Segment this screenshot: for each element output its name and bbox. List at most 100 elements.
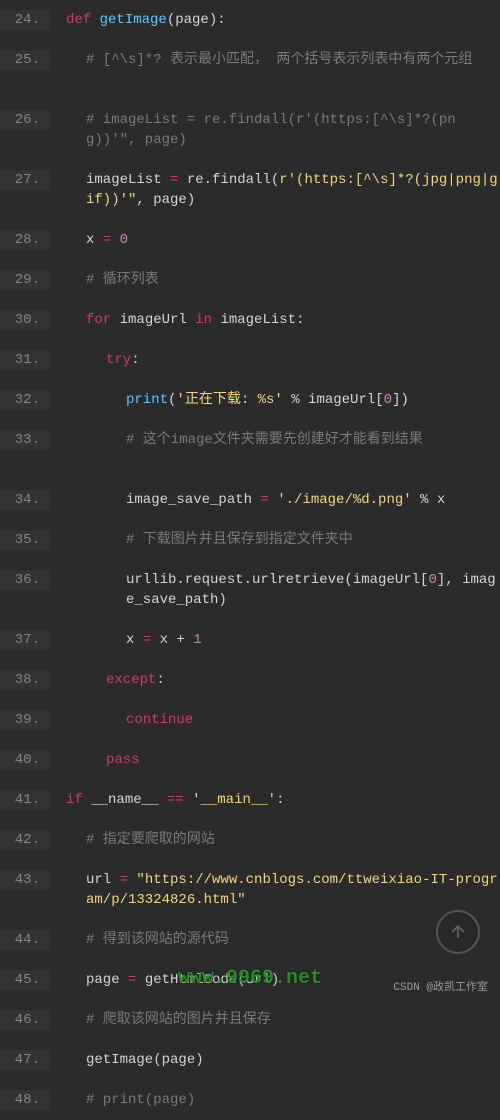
code-line: 44.# 得到该网站的源代码	[0, 920, 500, 960]
code-content[interactable]: imageList = re.findall(r'(https:[^\s]*?(…	[50, 170, 500, 210]
code-line: 40. pass	[0, 740, 500, 780]
code-content[interactable]: # 这个image文件夹需要先创建好才能看到结果	[50, 430, 500, 450]
token-var: x	[86, 232, 103, 248]
token-var: imageUrl	[120, 312, 196, 328]
line-number: 46.	[0, 1010, 50, 1030]
line-number: 28.	[0, 230, 50, 250]
code-content[interactable]: # 指定要爬取的网站	[50, 830, 500, 850]
line-number: 24.	[0, 10, 50, 30]
arrow-up-icon	[448, 922, 468, 942]
code-line: 42. # 指定要爬取的网站	[0, 820, 500, 860]
token-var: imageList:	[220, 312, 304, 328]
code-line: 32.print('正在下载: %s' % imageUrl[0])	[0, 380, 500, 420]
token-kw: pass	[106, 752, 140, 768]
token-com: # 爬取该网站的图片并且保存	[86, 1012, 271, 1028]
code-line: 47.getImage(page)	[0, 1040, 500, 1080]
watermark-center: www.9969.net	[178, 967, 322, 990]
token-kw: except	[106, 672, 156, 688]
line-number: 48.	[0, 1090, 50, 1110]
token-var: % imageUrl[	[283, 392, 384, 408]
code-content[interactable]: if __name__ == '__main__':	[50, 790, 500, 810]
token-kw: def	[66, 12, 100, 28]
watermark-right: CSDN @政凯工作室	[393, 978, 488, 994]
token-var: imageList	[86, 172, 170, 188]
code-content[interactable]: continue	[50, 710, 500, 730]
token-var: ])	[392, 392, 409, 408]
code-line: 34.image_save_path = './image/%d.png' % …	[0, 480, 500, 520]
token-var: % x	[412, 492, 446, 508]
token-str: './image/%d.png'	[277, 492, 411, 508]
token-op: =	[143, 632, 160, 648]
code-content[interactable]: pass	[50, 750, 500, 770]
code-content[interactable]: # 得到该网站的源代码	[50, 930, 500, 950]
line-number: 40.	[0, 750, 50, 770]
line-number: 41.	[0, 790, 50, 810]
line-number: 34.	[0, 490, 50, 510]
token-fn: getImage	[100, 12, 167, 28]
token-com: # 循环列表	[86, 272, 159, 288]
code-content[interactable]: def getImage(page):	[50, 10, 500, 30]
code-content[interactable]: getImage(page)	[50, 1050, 500, 1070]
token-var: page	[86, 972, 128, 988]
token-var: x	[126, 632, 143, 648]
code-line: 26.# imageList = re.findall(r'(https:[^\…	[0, 100, 500, 160]
code-line: 35.# 下载图片并且保存到指定文件夹中	[0, 520, 500, 560]
token-fn: print	[126, 392, 168, 408]
token-op: =	[260, 492, 277, 508]
line-number: 45.	[0, 970, 50, 990]
code-content[interactable]: print('正在下载: %s' % imageUrl[0])	[50, 390, 500, 410]
code-content[interactable]: # print(page)	[50, 1090, 500, 1110]
token-var: (page):	[167, 12, 226, 28]
token-kw: try	[106, 352, 131, 368]
line-number: 35.	[0, 530, 50, 550]
line-number: 44.	[0, 930, 50, 950]
token-op: =	[128, 972, 145, 988]
token-kw: in	[195, 312, 220, 328]
code-line: 37.x = x + 1	[0, 620, 500, 660]
token-var: , page)	[136, 192, 195, 208]
token-var: __name__	[91, 792, 167, 808]
code-content[interactable]: image_save_path = './image/%d.png' % x	[50, 490, 500, 510]
token-num: 0	[120, 232, 128, 248]
code-content[interactable]: except:	[50, 670, 500, 690]
token-op: =	[120, 872, 137, 888]
code-content[interactable]: x = x + 1	[50, 630, 500, 650]
scroll-top-button[interactable]	[436, 910, 480, 954]
code-content[interactable]: # 循环列表	[50, 270, 500, 290]
code-content[interactable]: try:	[50, 350, 500, 370]
code-line: 36.urllib.request.urlretrieve(imageUrl[0…	[0, 560, 500, 620]
code-line: 25.# [^\s]*? 表示最小匹配， 两个括号表示列表中有两个元组	[0, 40, 500, 100]
code-content[interactable]: url = "https://www.cnblogs.com/ttweixiao…	[50, 870, 500, 910]
token-num: 0	[428, 572, 436, 588]
token-kw: continue	[126, 712, 193, 728]
token-com: # [^\s]*? 表示最小匹配， 两个括号表示列表中有两个元组	[86, 52, 472, 68]
code-content[interactable]: for imageUrl in imageList:	[50, 310, 500, 330]
code-line: 41.if __name__ == '__main__':	[0, 780, 500, 820]
code-editor: 24.def getImage(page):25.# [^\s]*? 表示最小匹…	[0, 0, 500, 1120]
token-com: # print(page)	[86, 1092, 195, 1108]
code-line: 33. # 这个image文件夹需要先创建好才能看到结果	[0, 420, 500, 480]
token-com: # 指定要爬取的网站	[86, 832, 215, 848]
token-num: 1	[193, 632, 201, 648]
token-var: url	[86, 872, 120, 888]
code-content[interactable]: x = 0	[50, 230, 500, 250]
code-content[interactable]: # [^\s]*? 表示最小匹配， 两个括号表示列表中有两个元组	[50, 50, 500, 70]
code-content[interactable]: # 爬取该网站的图片并且保存	[50, 1010, 500, 1030]
line-number: 43.	[0, 870, 50, 890]
line-number: 26.	[0, 110, 50, 130]
line-number: 38.	[0, 670, 50, 690]
line-number: 33.	[0, 430, 50, 450]
token-str: '__main__'	[192, 792, 276, 808]
line-number: 42.	[0, 830, 50, 850]
line-number: 27.	[0, 170, 50, 190]
token-var: :	[131, 352, 139, 368]
line-number: 29.	[0, 270, 50, 290]
token-com: # 这个image文件夹需要先创建好才能看到结果	[126, 432, 423, 448]
code-content[interactable]: urllib.request.urlretrieve(imageUrl[0], …	[50, 570, 500, 610]
code-content[interactable]: # imageList = re.findall(r'(https:[^\s]*…	[50, 110, 500, 150]
code-line: 43.url = "https://www.cnblogs.com/ttweix…	[0, 860, 500, 920]
token-kw: if	[66, 792, 91, 808]
code-line: 24.def getImage(page):	[0, 0, 500, 40]
code-content[interactable]: # 下载图片并且保存到指定文件夹中	[50, 530, 500, 550]
token-str: '正在下载: %s'	[176, 392, 282, 408]
